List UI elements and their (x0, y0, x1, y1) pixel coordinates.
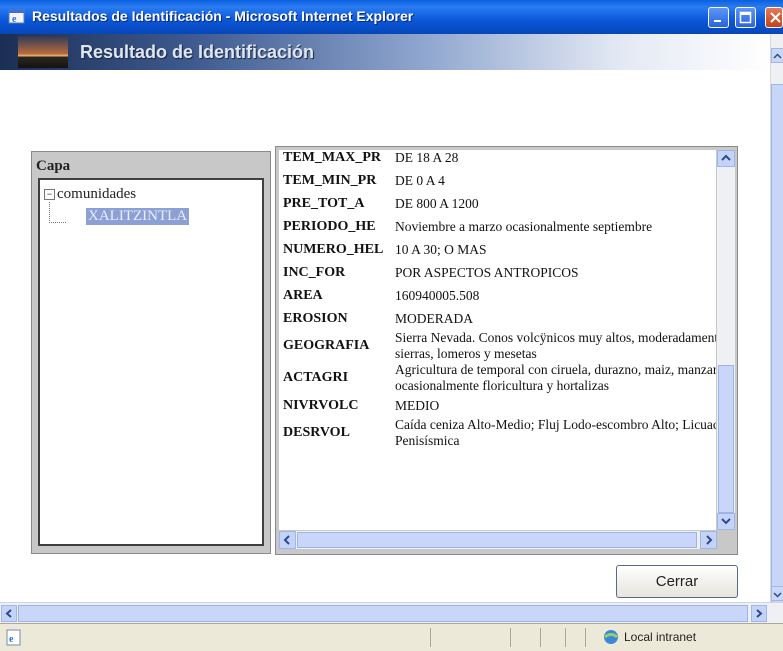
close-window-button[interactable] (765, 7, 783, 28)
internet-explorer-icon: e (8, 9, 25, 25)
chevron-left-icon (283, 535, 290, 545)
attribute-row: DESRVOL Caída ceniza Alto-Medio; Fluj Lod… (281, 417, 716, 449)
page-icon: e (6, 629, 21, 646)
attribute-key: EROSION (283, 310, 348, 326)
layer-panel-header: Capa (36, 158, 71, 174)
attribute-row: EROSION MODERADA (281, 307, 716, 330)
chevron-up-icon (773, 53, 782, 59)
local-intranet-icon (604, 630, 618, 644)
attribute-value: Caída ceniza Alto-Medio; Fluj Lodo-escom… (395, 417, 716, 448)
header-banner: Resultado de Identificación (0, 34, 770, 70)
window-title: Resultados de Identificación - Microsoft… (32, 8, 414, 24)
attributes-horizontal-scrollbar[interactable] (279, 531, 717, 549)
attributes-scroll-up-button[interactable] (717, 150, 735, 167)
attributes-table-viewport: TEM_MAX_PR DE 18 A 28 TEM_MIN_PR DE 0 A 4 PR… (279, 150, 716, 530)
scroll-up-button[interactable] (771, 48, 783, 63)
maximize-button[interactable] (735, 7, 756, 28)
attribute-key: PRE_TOT_A (283, 195, 365, 211)
tree-node-root-label: comunidades (57, 186, 137, 202)
attributes-scroll-thumb[interactable] (718, 365, 734, 513)
page-scroll-right-button[interactable] (751, 605, 767, 622)
attribute-row: INC_FOR POR ASPECTOS ANTROPICOS (281, 261, 716, 284)
attribute-row: ACTAGRI Agricultura de temporal con cirue… (281, 362, 716, 394)
attribute-row: NUMERO_HEL 10 A 30; O MAS (281, 238, 716, 261)
attribute-value: DE 18 A 28 (395, 150, 459, 165)
attribute-value: MODERADA (395, 310, 474, 326)
attribute-row: PRE_TOT_A DE 800 A 1200 (281, 192, 716, 215)
page-horizontal-scrollbar[interactable] (0, 602, 783, 624)
scroll-thumb[interactable] (771, 84, 783, 604)
attribute-key: AREA (283, 287, 323, 303)
attribute-value: 160940005.508 (395, 287, 480, 303)
attribute-row: TEM_MAX_PR DE 18 A 28 (281, 150, 716, 169)
chevron-down-icon (721, 518, 731, 525)
minimize-button[interactable] (708, 7, 729, 28)
attribute-key: DESRVOL (283, 425, 350, 440)
status-divider (510, 628, 511, 647)
maximize-icon (739, 11, 752, 24)
chevron-right-icon (756, 609, 763, 618)
minimize-icon (714, 20, 721, 22)
attribute-key: INC_FOR (283, 264, 346, 280)
attributes-scroll-left-button[interactable] (279, 531, 296, 549)
security-zone-label: Local intranet (624, 630, 697, 644)
attribute-row: NIVRVOLC MEDIO (281, 394, 716, 417)
tree-node-selected[interactable]: XALITZINTLA (86, 208, 190, 225)
attribute-row: GEOGRAFIA Sierra Nevada. Conos volcÿnicos… (281, 330, 716, 362)
status-divider (585, 628, 586, 647)
attribute-key: NUMERO_HEL (283, 241, 384, 257)
page-title: Resultado de Identificación (80, 42, 315, 62)
attributes-table: TEM_MAX_PR DE 18 A 28 TEM_MIN_PR DE 0 A 4 PR… (281, 150, 716, 449)
close-icon (770, 12, 781, 23)
attribute-key: PERIODO_HE (283, 218, 376, 234)
attributes-scroll-right-button[interactable] (700, 531, 717, 549)
window-title-bar[interactable]: e Resultados de Identificación - Microso… (0, 0, 783, 34)
attribute-row: PERIODO_HE Noviembre a marzo ocasionalmen… (281, 215, 716, 238)
svg-text:e: e (12, 14, 17, 25)
layer-panel: Capa − comunidades XALITZINTLA (31, 151, 271, 554)
attribute-value: POR ASPECTOS ANTROPICOS (395, 264, 579, 280)
scroll-down-button[interactable] (771, 586, 783, 601)
attribute-key: GEOGRAFIA (283, 338, 370, 353)
attribute-value: DE 0 A 4 (395, 172, 445, 188)
tree-node-root[interactable]: − comunidades (44, 186, 136, 203)
chevron-up-icon (721, 154, 731, 161)
attributes-vertical-scrollbar[interactable] (717, 150, 735, 530)
status-divider (540, 628, 541, 647)
page-scroll-left-button[interactable] (1, 605, 17, 622)
layer-tree: − comunidades XALITZINTLA (38, 178, 264, 546)
attributes-panel: TEM_MAX_PR DE 18 A 28 TEM_MIN_PR DE 0 A 4 PR… (275, 146, 738, 555)
attribute-row: TEM_MIN_PR DE 0 A 4 (281, 169, 716, 192)
tree-connector-line (49, 202, 66, 223)
attribute-key: ACTAGRI (283, 370, 349, 385)
attribute-value: Agricultura de temporal con ciruela, dur… (395, 362, 716, 393)
attribute-key: TEM_MIN_PR (283, 172, 377, 188)
status-divider (565, 628, 566, 647)
attribute-value: MEDIO (395, 397, 440, 413)
attribute-value: Noviembre a marzo ocasionalmente septiem… (395, 218, 653, 234)
close-button[interactable]: Cerrar (616, 565, 738, 598)
chevron-right-icon (706, 535, 713, 545)
attributes-scroll-down-button[interactable] (717, 513, 735, 530)
attribute-value: Sierra Nevada. Conos volcÿnicos muy alto… (395, 330, 716, 361)
banner-logo-image (18, 36, 68, 68)
status-divider (430, 628, 431, 647)
page-hscroll-thumb[interactable] (18, 605, 748, 622)
attributes-hscroll-thumb[interactable] (297, 532, 697, 548)
attribute-value: DE 800 A 1200 (395, 195, 479, 211)
collapse-icon[interactable]: − (44, 189, 55, 200)
attribute-row: AREA 160940005.508 (281, 284, 716, 307)
attribute-value: 10 A 30; O MAS (395, 241, 487, 257)
chevron-down-icon (773, 592, 782, 598)
chevron-left-icon (5, 609, 12, 618)
page-vertical-scrollbar[interactable] (770, 34, 783, 604)
attribute-key: TEM_MAX_PR (283, 150, 381, 165)
svg-text:e: e (9, 634, 14, 645)
status-bar: e Local intranet (0, 623, 783, 651)
attribute-key: NIVRVOLC (283, 397, 359, 413)
